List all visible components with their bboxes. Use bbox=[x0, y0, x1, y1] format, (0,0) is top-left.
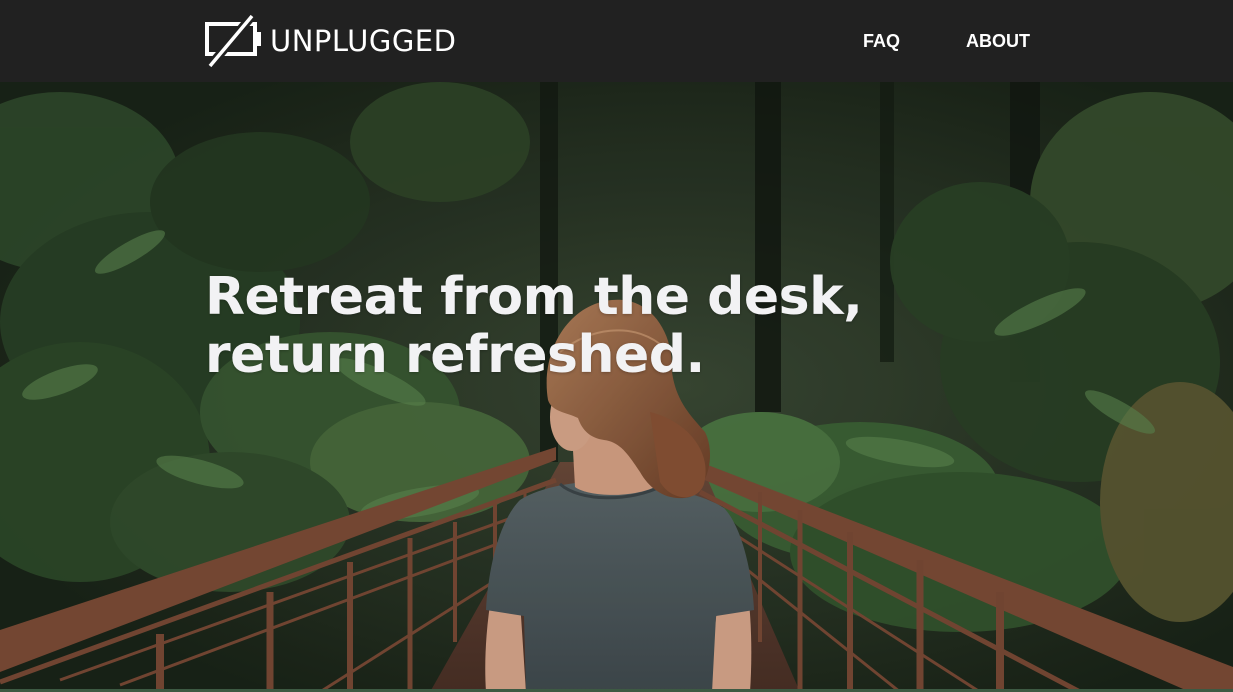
logo-link[interactable]: UNPLUGGED bbox=[204, 14, 456, 68]
nav-about-link[interactable]: ABOUT bbox=[966, 30, 1030, 52]
hero-headline: Retreat from the desk, return refreshed. bbox=[205, 267, 863, 385]
logo-text: UNPLUGGED bbox=[270, 24, 457, 58]
site-header: UNPLUGGED FAQ ABOUT bbox=[0, 0, 1233, 82]
hero-headline-line1: Retreat from the desk, bbox=[205, 267, 863, 327]
unplugged-battery-icon bbox=[205, 14, 261, 68]
nav-faq-link[interactable]: FAQ bbox=[863, 30, 900, 52]
hero-photo bbox=[0, 82, 1233, 692]
hero-headline-line2: return refreshed. bbox=[205, 325, 705, 385]
hero-section: Retreat from the desk, return refreshed. bbox=[0, 82, 1233, 692]
